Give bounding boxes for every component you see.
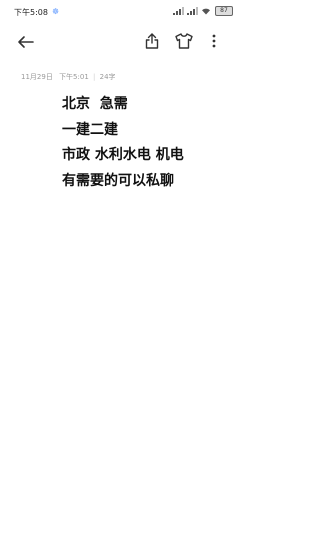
- share-button[interactable]: [143, 32, 161, 50]
- note-line: 有需要的可以私聊: [62, 172, 174, 189]
- note-line: 北京 急需: [62, 96, 128, 112]
- signal-icon-2: [187, 7, 198, 15]
- status-time: 下午5:08: [14, 8, 48, 17]
- note-meta: 11月29日 下午5:01 | 24字: [21, 72, 116, 82]
- note-line: 市政 水利水电 机电: [62, 147, 184, 163]
- theme-button[interactable]: [174, 32, 194, 50]
- meta-separator: |: [93, 73, 96, 81]
- more-vertical-icon: [212, 34, 216, 48]
- battery-icon: 87: [215, 6, 233, 16]
- note-body[interactable]: 北京 急需 一建二建 市政 水利水电 机电 有需要的可以私聊: [62, 92, 232, 194]
- status-bar: 下午5:08 ☸ 87: [0, 0, 243, 24]
- more-button[interactable]: [208, 32, 220, 50]
- arrow-left-icon: [18, 36, 34, 48]
- notification-icon: ☸: [52, 7, 60, 16]
- tshirt-icon: [175, 33, 193, 49]
- note-date: 11月29日: [21, 73, 53, 81]
- signal-icon: [173, 7, 184, 15]
- wifi-icon: [202, 8, 210, 15]
- note-char-count: 24字: [99, 73, 116, 81]
- back-button[interactable]: [16, 32, 36, 52]
- note-time: 下午5:01: [59, 73, 89, 81]
- share-icon: [145, 33, 159, 49]
- note-toolbar: [0, 26, 243, 58]
- note-line: 一建二建: [62, 121, 118, 138]
- status-icons: 87: [173, 6, 233, 16]
